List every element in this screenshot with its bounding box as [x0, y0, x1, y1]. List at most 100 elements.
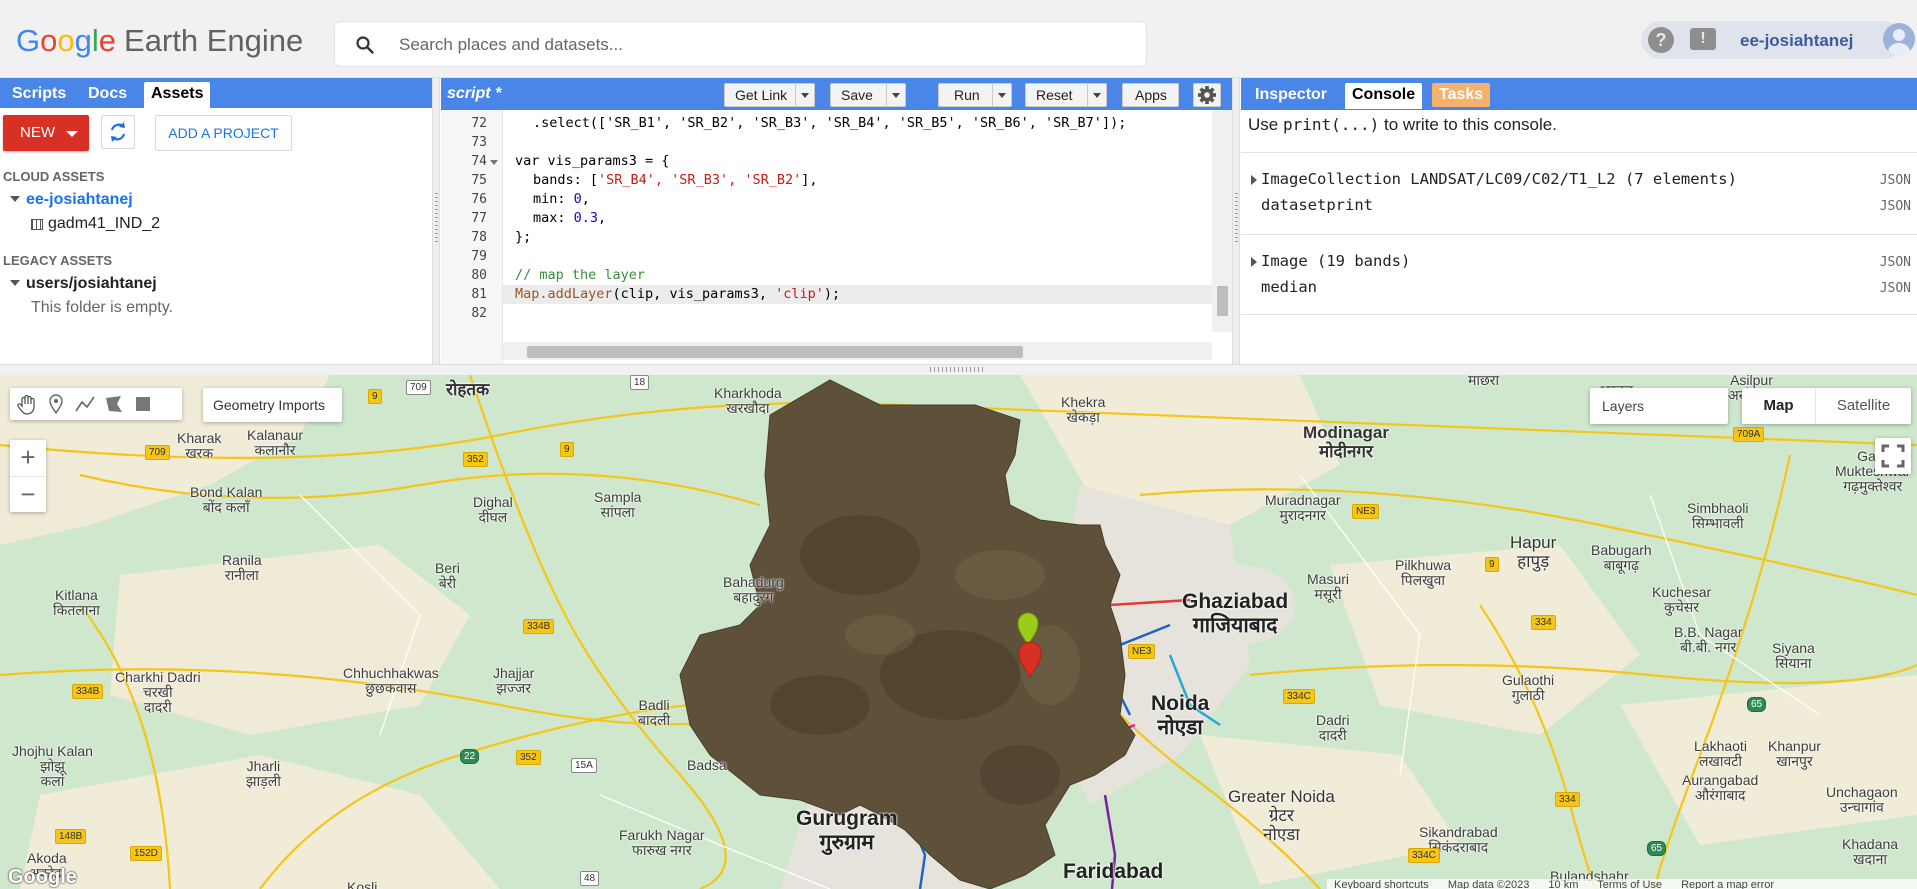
- user-icon: [1888, 29, 1910, 55]
- reset-button[interactable]: Reset: [1025, 83, 1107, 107]
- refresh-button[interactable]: [101, 115, 135, 149]
- tab-assets[interactable]: Assets: [144, 82, 211, 108]
- place-label: Badli बादली: [638, 697, 671, 728]
- place-label: Dadri दादरी: [1316, 712, 1350, 743]
- road-shield: 334C: [1408, 848, 1440, 863]
- dropdown-arrow-icon[interactable]: [795, 84, 814, 106]
- save-button[interactable]: Save: [830, 83, 906, 107]
- map-view[interactable]: रोहतक Kharkhoda खरखौदा Khekra खेकड़ा Kha…: [0, 375, 1917, 889]
- line-number: 73: [471, 135, 487, 150]
- editor-vertical-scrollbar[interactable]: [1212, 110, 1232, 332]
- tab-tasks[interactable]: Tasks: [1432, 83, 1491, 107]
- road-shield: 15A: [571, 758, 597, 773]
- expand-arrow-icon[interactable]: [1251, 175, 1257, 185]
- expand-caret-icon[interactable]: [10, 280, 20, 286]
- place-label: Chhuchhakwas छुछकवास: [343, 665, 439, 696]
- map-type-map-button[interactable]: Map: [1742, 388, 1815, 424]
- project-tree-item[interactable]: ee-josiahtanej: [26, 191, 133, 209]
- console-entry[interactable]: Image (19 bands): [1261, 252, 1410, 270]
- legacy-folder-item[interactable]: users/josiahtanej: [26, 275, 157, 293]
- tab-inspector[interactable]: Inspector: [1248, 83, 1334, 107]
- place-label: Masuri मसूरी: [1307, 571, 1350, 602]
- left-splitter[interactable]: [432, 78, 440, 364]
- tab-docs[interactable]: Docs: [81, 82, 134, 106]
- tab-scripts[interactable]: Scripts: [5, 82, 73, 106]
- place-label: Kuchesar कुचेसर: [1652, 584, 1712, 615]
- map-splitter[interactable]: [0, 364, 1917, 375]
- road-shield: 352: [516, 750, 541, 765]
- expand-caret-icon[interactable]: [10, 196, 20, 202]
- code-line-74[interactable]: var vis_params3 = {: [515, 152, 669, 171]
- dropdown-arrow-icon[interactable]: [886, 84, 905, 106]
- place-label: Lakhaoti लखावटी: [1694, 738, 1747, 769]
- right-splitter[interactable]: [1232, 78, 1240, 364]
- avatar[interactable]: [1883, 23, 1915, 55]
- code-line-76[interactable]: min: 0,: [533, 190, 590, 209]
- tab-console[interactable]: Console: [1345, 83, 1423, 109]
- asset-tree-item[interactable]: gadm41_IND_2: [48, 215, 160, 233]
- google-earth-engine-logo[interactable]: Google Earth Engine: [16, 22, 303, 60]
- json-link[interactable]: JSON: [1880, 281, 1911, 296]
- place-label: Simbhaoli सिम्भावली: [1687, 500, 1749, 531]
- road-shield: 48: [580, 871, 600, 886]
- run-button[interactable]: Run: [938, 83, 1012, 107]
- map-type-toggle: Map Satellite: [1742, 388, 1911, 424]
- place-label: Bahadurg बहादुरग: [723, 574, 784, 605]
- new-button[interactable]: NEW: [3, 115, 89, 151]
- search-box[interactable]: [334, 21, 1147, 67]
- code-line-72[interactable]: .select(['SR_B1', 'SR_B2', 'SR_B3', 'SR_…: [533, 114, 1126, 133]
- place-label: Kharkhoda खरखौदा: [714, 385, 782, 416]
- polygon-tool-icon[interactable]: [101, 392, 127, 416]
- code-text: bands: [: [533, 172, 599, 188]
- account-username[interactable]: ee-josiahtanej: [1740, 31, 1853, 51]
- feedback-icon[interactable]: !: [1690, 28, 1716, 50]
- script-title[interactable]: script *: [447, 85, 501, 103]
- place-label: Charkhi Dadri चरखी दादरी: [115, 669, 201, 715]
- json-link[interactable]: JSON: [1880, 173, 1911, 188]
- place-label: Farukh Nagar फारुख नगर: [619, 827, 705, 858]
- json-link[interactable]: JSON: [1880, 199, 1911, 214]
- layers-dropdown[interactable]: Layers: [1590, 388, 1728, 424]
- code-line-78[interactable]: };: [515, 228, 531, 247]
- place-label: Kosli: [347, 879, 378, 889]
- code-line-75[interactable]: bands: ['SR_B4', 'SR_B3', 'SR_B2'],: [533, 171, 818, 190]
- zoom-out-button[interactable]: −: [10, 476, 46, 512]
- add-project-button[interactable]: ADD A PROJECT: [155, 115, 292, 151]
- pan-hand-icon[interactable]: [14, 392, 40, 416]
- place-label: Noida नोएडा: [1151, 692, 1210, 739]
- get-link-button[interactable]: Get Link: [724, 83, 815, 107]
- scrollbar-thumb[interactable]: [527, 346, 1023, 358]
- rectangle-tool-icon[interactable]: [130, 392, 156, 416]
- code-line-77[interactable]: max: 0.3,: [533, 209, 606, 228]
- json-link[interactable]: JSON: [1880, 255, 1911, 270]
- console-entry[interactable]: ImageCollection LANDSAT/LC09/C02/T1_L2 (…: [1261, 170, 1737, 188]
- code-function: Map.addLayer: [515, 286, 613, 302]
- code-line-81[interactable]: Map.addLayer(clip, vis_params3, 'clip');: [503, 285, 1212, 304]
- place-label: Babugarh बाबूगढ़: [1591, 542, 1652, 573]
- expand-arrow-icon[interactable]: [1251, 257, 1257, 267]
- search-input[interactable]: [399, 30, 1129, 60]
- report-error-link[interactable]: Report a map error: [1681, 879, 1774, 889]
- code-line-80[interactable]: // map the layer: [515, 266, 645, 285]
- dropdown-arrow-icon[interactable]: [1087, 84, 1106, 106]
- road-shield: 334B: [72, 684, 104, 699]
- keyboard-shortcuts-link[interactable]: Keyboard shortcuts: [1334, 879, 1429, 889]
- map-type-satellite-button[interactable]: Satellite: [1815, 388, 1911, 424]
- marker-tool-icon[interactable]: [43, 392, 69, 416]
- apps-button[interactable]: Apps: [1122, 83, 1179, 107]
- settings-button[interactable]: [1193, 83, 1221, 107]
- code-area[interactable]: .select(['SR_B1', 'SR_B2', 'SR_B3', 'SR_…: [503, 110, 1212, 325]
- caret-down-icon: [66, 131, 78, 137]
- code-number: 0: [573, 191, 582, 207]
- zoom-in-button[interactable]: +: [10, 440, 46, 476]
- line-tool-icon[interactable]: [72, 392, 98, 416]
- geometry-imports-button[interactable]: Geometry Imports: [203, 388, 342, 422]
- help-icon[interactable]: ?: [1648, 27, 1674, 53]
- editor-horizontal-scrollbar[interactable]: [503, 342, 1212, 360]
- place-label: Greater Noida ग्रेटर नोएडा: [1228, 787, 1335, 844]
- dropdown-arrow-icon[interactable]: [992, 84, 1011, 106]
- fold-arrow-icon[interactable]: [490, 160, 498, 165]
- terms-link[interactable]: Terms of Use: [1597, 879, 1662, 889]
- fullscreen-button[interactable]: [1875, 438, 1911, 474]
- scrollbar-thumb[interactable]: [1217, 286, 1228, 316]
